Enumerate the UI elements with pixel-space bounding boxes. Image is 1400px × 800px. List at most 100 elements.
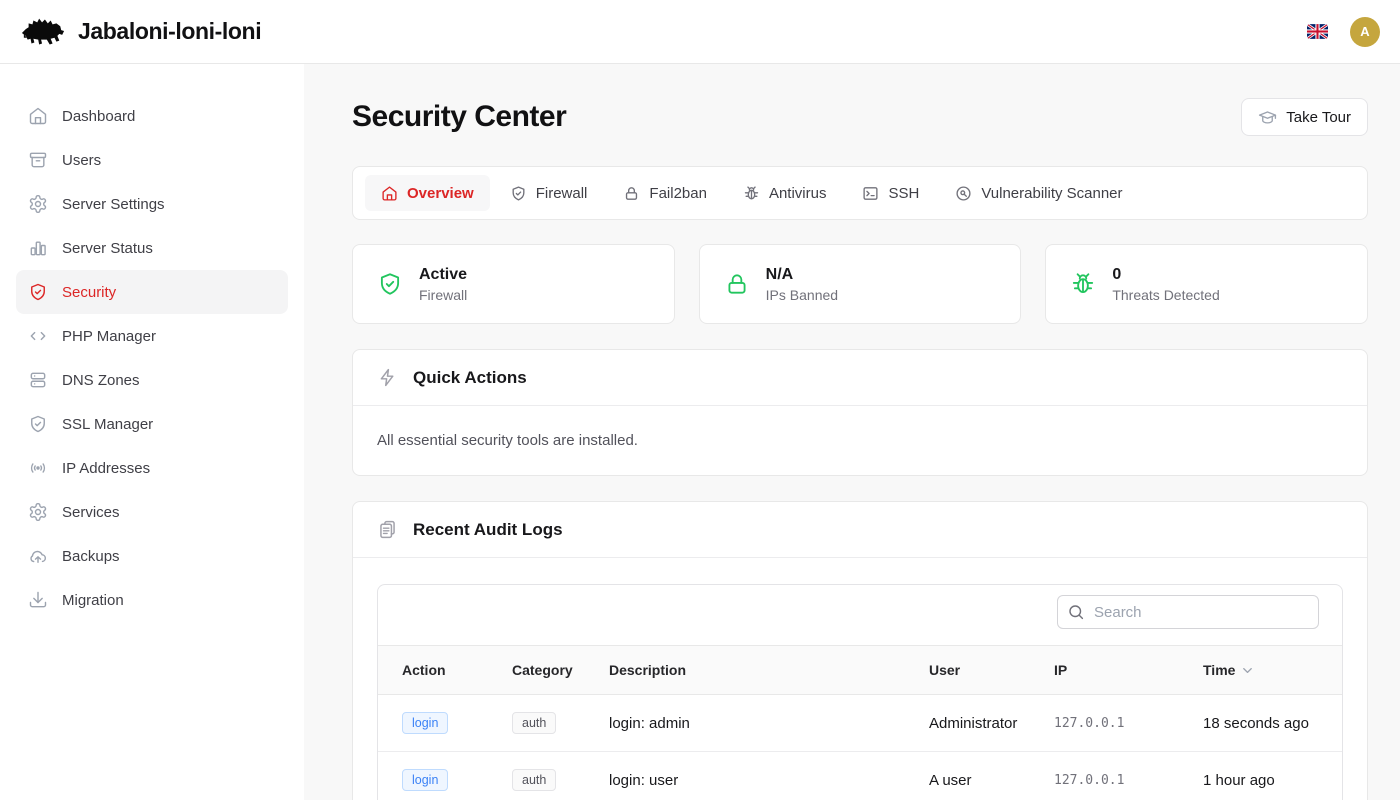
table-row: login auth login: user A user 127.0.0.1 …: [378, 752, 1342, 800]
sidebar-item-php-manager[interactable]: PHP Manager: [16, 314, 288, 358]
sidebar-item-label: Server Settings: [62, 196, 165, 213]
shield-check-icon: [377, 271, 403, 297]
sidebar-item-label: DNS Zones: [62, 372, 140, 389]
lock-icon: [623, 185, 640, 202]
column-header-time[interactable]: Time: [1203, 662, 1342, 678]
tab-label: Antivirus: [769, 185, 827, 202]
time-cell: 1 hour ago: [1203, 772, 1342, 789]
take-tour-button[interactable]: Take Tour: [1241, 98, 1368, 136]
audit-logs-section: Recent Audit Logs Action Category Descri…: [352, 501, 1368, 800]
shield-check-icon: [510, 185, 527, 202]
table-row: login auth login: admin Administrator 12…: [378, 695, 1342, 752]
home-icon: [381, 185, 398, 202]
column-header-action[interactable]: Action: [402, 662, 512, 678]
sidebar-item-label: Server Status: [62, 240, 153, 257]
home-icon: [28, 106, 48, 126]
column-header-ip[interactable]: IP: [1054, 662, 1203, 678]
column-header-category[interactable]: Category: [512, 662, 609, 678]
security-tabs: Overview Firewall Fail2ban Antivirus SSH…: [352, 166, 1368, 220]
sidebar: Dashboard Users Server Settings Server S…: [0, 64, 304, 800]
search-circle-icon: [955, 185, 972, 202]
gear-icon: [28, 502, 48, 522]
sidebar-item-label: Migration: [62, 592, 124, 609]
sidebar-item-migration[interactable]: Migration: [16, 578, 288, 622]
sidebar-item-label: PHP Manager: [62, 328, 156, 345]
description-cell: login: user: [609, 772, 929, 789]
category-badge: auth: [512, 712, 556, 734]
sidebar-item-security[interactable]: Security: [16, 270, 288, 314]
sidebar-item-users[interactable]: Users: [16, 138, 288, 182]
tab-antivirus[interactable]: Antivirus: [727, 175, 843, 211]
tab-ssh[interactable]: SSH: [846, 175, 935, 211]
user-cell: Administrator: [929, 715, 1054, 732]
language-flag-icon[interactable]: [1307, 24, 1328, 39]
graduation-cap-icon: [1258, 108, 1277, 127]
ip-cell: 127.0.0.1: [1054, 773, 1203, 788]
sidebar-item-ip-addresses[interactable]: IP Addresses: [16, 446, 288, 490]
stat-value: Active: [419, 266, 467, 284]
sidebar-item-label: Services: [62, 504, 120, 521]
sidebar-item-dns-zones[interactable]: DNS Zones: [16, 358, 288, 402]
quick-actions-message: All essential security tools are install…: [377, 432, 1343, 449]
server-icon: [28, 370, 48, 390]
stat-card-ips-banned: N/A IPs Banned: [699, 244, 1022, 324]
tab-fail2ban[interactable]: Fail2ban: [607, 175, 723, 211]
stat-card-threats: 0 Threats Detected: [1045, 244, 1368, 324]
lightning-icon: [377, 367, 398, 388]
sidebar-item-label: IP Addresses: [62, 460, 150, 477]
clipboard-icon: [377, 519, 398, 540]
stat-card-firewall: Active Firewall: [352, 244, 675, 324]
audit-logs-table-card: Action Category Description User IP Time…: [377, 584, 1343, 800]
cloud-upload-icon: [28, 546, 48, 566]
sidebar-item-backups[interactable]: Backups: [16, 534, 288, 578]
quick-actions-section: Quick Actions All essential security too…: [352, 349, 1368, 476]
sidebar-item-dashboard[interactable]: Dashboard: [16, 94, 288, 138]
sidebar-item-ssl-manager[interactable]: SSL Manager: [16, 402, 288, 446]
shield-check-icon: [28, 414, 48, 434]
category-badge: auth: [512, 769, 556, 791]
tab-label: Fail2ban: [649, 185, 707, 202]
sidebar-item-server-status[interactable]: Server Status: [16, 226, 288, 270]
sidebar-item-services[interactable]: Services: [16, 490, 288, 534]
stat-label: Firewall: [419, 287, 467, 303]
section-title: Quick Actions: [413, 368, 527, 388]
boar-logo-icon: [20, 14, 66, 50]
shield-check-icon: [28, 282, 48, 302]
tab-overview[interactable]: Overview: [365, 175, 490, 211]
action-badge: login: [402, 712, 448, 734]
download-icon: [28, 590, 48, 610]
table-header-row: Action Category Description User IP Time: [378, 645, 1342, 695]
tab-label: SSH: [888, 185, 919, 202]
stat-value: 0: [1112, 266, 1219, 284]
sidebar-item-label: Dashboard: [62, 108, 135, 125]
archive-icon: [28, 150, 48, 170]
sidebar-item-label: Backups: [62, 548, 120, 565]
chevron-down-icon: [1240, 663, 1255, 678]
user-cell: A user: [929, 772, 1054, 789]
sidebar-item-server-settings[interactable]: Server Settings: [16, 182, 288, 226]
section-title: Recent Audit Logs: [413, 520, 563, 540]
search-input[interactable]: [1057, 595, 1319, 629]
tab-label: Overview: [407, 185, 474, 202]
gear-icon: [28, 194, 48, 214]
code-icon: [28, 326, 48, 346]
sidebar-item-label: SSL Manager: [62, 416, 153, 433]
stat-value: N/A: [766, 266, 838, 284]
bar-chart-icon: [28, 238, 48, 258]
bug-icon: [1070, 271, 1096, 297]
tab-label: Vulnerability Scanner: [981, 185, 1122, 202]
stat-cards: Active Firewall N/A IPs Banned 0 Threats…: [352, 244, 1368, 324]
user-avatar[interactable]: A: [1350, 17, 1380, 47]
brand[interactable]: Jabaloni-loni-loni: [20, 14, 261, 50]
column-header-user[interactable]: User: [929, 662, 1054, 678]
time-cell: 18 seconds ago: [1203, 715, 1342, 732]
main-content: Security Center Take Tour Overview Firew…: [304, 64, 1400, 800]
take-tour-label: Take Tour: [1286, 109, 1351, 126]
page-title: Security Center: [352, 100, 566, 134]
tab-vulnerability-scanner[interactable]: Vulnerability Scanner: [939, 175, 1138, 211]
bug-icon: [743, 185, 760, 202]
sidebar-item-label: Users: [62, 152, 101, 169]
tab-firewall[interactable]: Firewall: [494, 175, 604, 211]
column-header-description[interactable]: Description: [609, 662, 929, 678]
action-badge: login: [402, 769, 448, 791]
